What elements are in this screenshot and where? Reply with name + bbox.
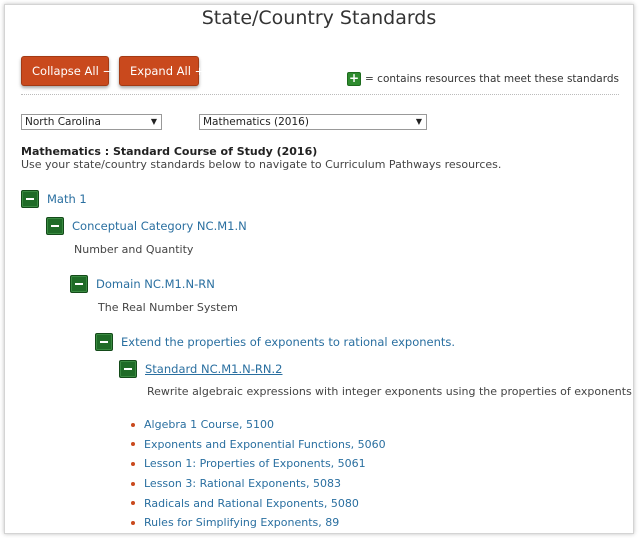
legend-text: = contains resources that meet these sta… — [365, 73, 619, 85]
tree-node-description: The Real Number System — [98, 301, 238, 314]
standards-panel: State/Country Standards Collapse All − E… — [4, 4, 634, 534]
collapse-icon[interactable] — [95, 333, 113, 351]
list-item: Exponents and Exponential Functions, 506… — [131, 435, 386, 455]
bullet-icon — [131, 442, 135, 447]
state-select[interactable]: North Carolina ▼ — [21, 114, 162, 130]
legend: + = contains resources that meet these s… — [347, 72, 619, 86]
list-item: Radicals and Rational Exponents, 5080 — [131, 493, 386, 513]
resource-link[interactable]: Lesson 1: Properties of Exponents, 5061 — [144, 457, 366, 470]
tree-node-conceptual-category: Conceptual Category NC.M1.N — [46, 217, 247, 235]
tree-node-description: Rewrite algebraic expressions with integ… — [147, 385, 634, 398]
tree-node-label[interactable]: Extend the properties of exponents to ra… — [121, 335, 455, 349]
bullet-icon — [131, 501, 135, 506]
resource-link[interactable]: Algebra 1 Course, 5100 — [144, 418, 274, 431]
bullet-icon — [131, 461, 135, 466]
list-item: Lesson 1: Properties of Exponents, 5061 — [131, 454, 386, 474]
collapse-icon[interactable] — [21, 190, 39, 208]
bullet-icon — [131, 422, 135, 427]
tree-node-math-1: Math 1 — [21, 190, 87, 208]
list-item: Algebra 1 Course, 5100 — [131, 415, 386, 435]
dropdown-arrow-icon: ▼ — [150, 117, 157, 126]
tree-node-description: Number and Quantity — [74, 243, 194, 256]
resource-list: Algebra 1 Course, 5100 Exponents and Exp… — [131, 415, 386, 533]
list-item: Lesson 3: Rational Exponents, 5083 — [131, 474, 386, 494]
collapse-all-button[interactable]: Collapse All − — [21, 56, 112, 86]
collapse-icon[interactable] — [119, 360, 137, 378]
state-select-value: North Carolina — [25, 116, 101, 128]
collapse-icon[interactable] — [70, 275, 88, 293]
standard-link[interactable]: Standard NC.M1.N-RN.2 — [145, 362, 282, 376]
page-title: State/Country Standards — [201, 7, 437, 29]
resource-link[interactable]: Lesson 3: Rational Exponents, 5083 — [144, 477, 341, 490]
subject-select[interactable]: Mathematics (2016) ▼ — [199, 114, 427, 130]
resource-link[interactable]: Rules for Simplifying Exponents, 89 — [144, 516, 339, 529]
bullet-icon — [131, 481, 135, 486]
resource-link[interactable]: Radicals and Rational Exponents, 5080 — [144, 497, 359, 510]
plus-icon: + — [347, 71, 362, 86]
course-description: Use your state/country standards below t… — [21, 158, 502, 171]
divider — [21, 94, 619, 95]
tree-node-cluster: Extend the properties of exponents to ra… — [95, 333, 455, 351]
bullet-icon — [131, 520, 135, 525]
expand-all-button[interactable]: Expand All + — [119, 56, 204, 86]
list-item: Rules for Simplifying Exponents, 89 — [131, 513, 386, 533]
collapse-icon[interactable] — [46, 217, 64, 235]
resource-link[interactable]: Exponents and Exponential Functions, 506… — [144, 438, 386, 451]
tree-node-label[interactable]: Math 1 — [47, 192, 87, 206]
tree-node-domain: Domain NC.M1.N-RN — [70, 275, 215, 293]
course-title: Mathematics : Standard Course of Study (… — [21, 145, 318, 158]
subject-select-value: Mathematics (2016) — [203, 116, 309, 128]
dropdown-arrow-icon: ▼ — [415, 117, 422, 126]
tree-node-label[interactable]: Domain NC.M1.N-RN — [96, 277, 215, 291]
tree-node-standard: Standard NC.M1.N-RN.2 — [119, 360, 282, 378]
tree-node-label[interactable]: Conceptual Category NC.M1.N — [72, 219, 247, 233]
